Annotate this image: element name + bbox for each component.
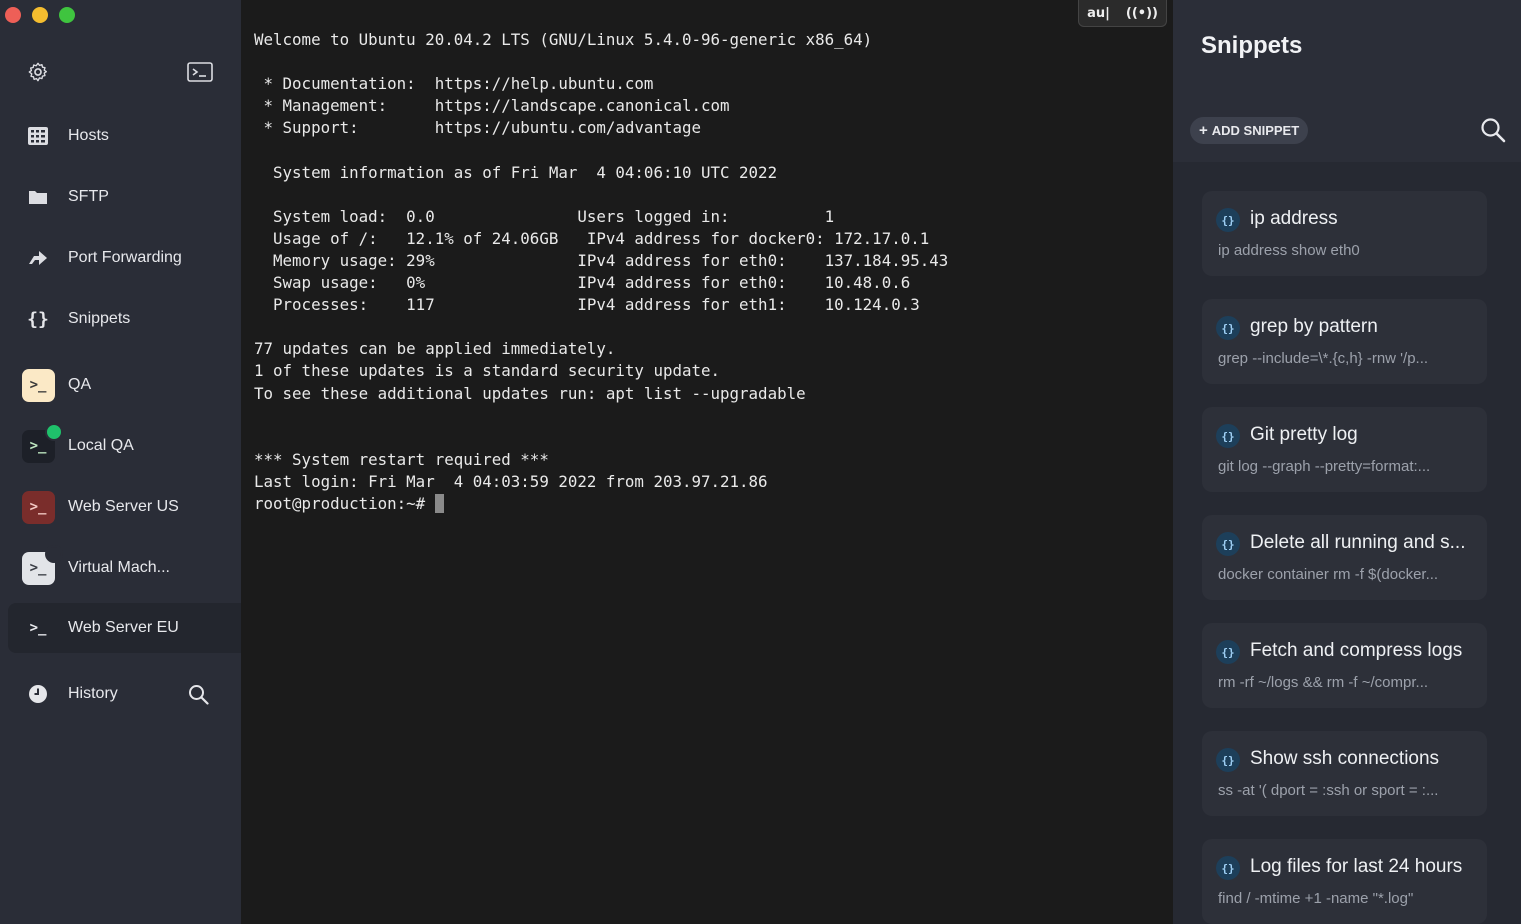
sidebar-item-host-web-server-eu[interactable]: >_ Web Server EU <box>8 603 241 653</box>
terminal-output-lines: Welcome to Ubuntu 20.04.2 LTS (GNU/Linux… <box>254 30 949 491</box>
sidebar-item-label: Port Forwarding <box>68 249 182 266</box>
host-icon-glyph: >_ <box>29 438 47 454</box>
snippet-command: grep --include=\*.{c,h} -rnw '/p... <box>1218 350 1429 367</box>
snippet-command: ss -at '( dport = :ssh or sport = :... <box>1218 782 1439 799</box>
status-indicator <box>44 544 63 563</box>
snippet-name: Log files for last 24 hours <box>1250 856 1463 877</box>
snippet-name: Fetch and compress logs <box>1250 640 1463 661</box>
host-label: Web Server EU <box>68 619 179 636</box>
clock-icon <box>29 685 47 703</box>
terminal-toolbar: au| ((•)) <box>1078 0 1167 27</box>
snippet-icon: {} <box>1216 424 1240 448</box>
braces-icon: {} <box>27 308 49 330</box>
keyboard-layout-badge[interactable]: au| <box>1079 6 1118 21</box>
online-status-indicator <box>44 422 63 441</box>
terminal-output: Welcome to Ubuntu 20.04.2 LTS (GNU/Linux… <box>254 29 948 515</box>
snippet-command: ip address show eth0 <box>1218 242 1360 259</box>
snippet-card[interactable]: {} Delete all running and s... docker co… <box>1202 515 1487 600</box>
sidebar-item-hosts[interactable]: Hosts <box>8 111 241 161</box>
plus-icon: + <box>1199 122 1208 139</box>
zoom-window-button[interactable] <box>59 7 75 23</box>
host-label: QA <box>68 376 92 393</box>
add-snippet-label: ADD SNIPPET <box>1211 123 1300 138</box>
snippet-card[interactable]: {} Fetch and compress logs rm -rf ~/logs… <box>1202 623 1487 708</box>
sidebar-item-sftp[interactable]: SFTP <box>8 172 241 222</box>
page-title: Snippets <box>1201 32 1303 59</box>
sidebar-item-host-virtual-machine[interactable]: >_ Virtual Mach... <box>8 543 241 593</box>
sidebar-item-host-qa[interactable]: >_ QA <box>8 360 241 410</box>
snippet-command: docker container rm -f $(docker... <box>1218 566 1439 583</box>
folder-icon <box>29 191 47 204</box>
snippets-header: Snippets + ADD SNIPPET <box>1173 0 1521 162</box>
host-terminal-icon: >_ <box>21 490 55 524</box>
host-label: Web Server US <box>68 498 179 515</box>
sidebar-item-port-forwarding[interactable]: Port Forwarding <box>8 233 241 283</box>
window-controls <box>5 7 75 23</box>
host-terminal-icon: >_ <box>21 368 55 402</box>
host-terminal-icon: >_ <box>22 612 55 645</box>
host-icon-glyph: >_ <box>29 377 47 393</box>
snippet-card[interactable]: {} Log files for last 24 hours find / -m… <box>1202 839 1487 924</box>
host-label: Virtual Mach... <box>68 559 170 576</box>
hosts-icon <box>28 127 48 145</box>
sidebar-item-label: Snippets <box>68 310 131 327</box>
snippet-name: Delete all running and s... <box>1250 532 1466 553</box>
host-icon-glyph: >_ <box>29 620 47 636</box>
snippet-name: Show ssh connections <box>1250 748 1440 769</box>
host-label: Local QA <box>68 437 134 454</box>
snippet-icon: {} <box>1216 748 1240 772</box>
snippet-name: Git pretty log <box>1250 424 1358 445</box>
snippet-command: git log --graph --pretty=format:... <box>1218 458 1431 475</box>
snippet-name: ip address <box>1250 208 1338 229</box>
gear-icon[interactable] <box>27 61 49 83</box>
host-icon-glyph: >_ <box>29 560 47 576</box>
port-forwarding-icon <box>29 251 47 265</box>
search-icon[interactable] <box>188 684 209 705</box>
sidebar-item-label: History <box>68 685 118 702</box>
broadcast-icon[interactable]: ((•)) <box>1118 6 1166 21</box>
snippet-command: rm -rf ~/logs && rm -f ~/compr... <box>1218 674 1429 691</box>
add-snippet-button[interactable]: + ADD SNIPPET <box>1190 117 1309 144</box>
snippets-panel: Snippets + ADD SNIPPET {} ip address ip … <box>1173 0 1521 924</box>
terminal-view[interactable]: au| ((•)) Welcome to Ubuntu 20.04.2 LTS … <box>241 0 1173 924</box>
host-icon-glyph: >_ <box>29 499 47 515</box>
snippet-card[interactable]: {} ip address ip address show eth0 <box>1202 191 1487 276</box>
snippet-icon: {} <box>1216 316 1240 340</box>
sidebar-item-snippets[interactable]: {} Snippets <box>8 294 241 344</box>
sidebar-item-host-web-server-us[interactable]: >_ Web Server US <box>8 482 241 532</box>
snippet-card[interactable]: {} Git pretty log git log --graph --pret… <box>1202 407 1487 492</box>
host-terminal-icon: >_ <box>21 422 63 463</box>
snippet-card[interactable]: {} grep by pattern grep --include=\*.{c,… <box>1202 299 1487 384</box>
snippet-icon: {} <box>1216 532 1240 556</box>
terminal-cursor <box>434 493 444 513</box>
snippet-card[interactable]: {} Show ssh connections ss -at '( dport … <box>1202 731 1487 816</box>
sidebar-item-host-local-qa[interactable]: >_ Local QA <box>8 421 241 471</box>
terminal-prompt: root@production:~# <box>254 493 435 513</box>
snippet-icon: {} <box>1216 640 1240 664</box>
snippet-command: find / -mtime +1 -name "*.log" <box>1218 890 1414 907</box>
snippet-icon: {} <box>1216 856 1240 880</box>
close-window-button[interactable] <box>5 7 21 23</box>
snippet-name: grep by pattern <box>1250 316 1378 337</box>
terminal-icon[interactable] <box>187 61 213 83</box>
snippet-icon: {} <box>1216 208 1240 232</box>
sidebar-item-label: SFTP <box>68 188 109 205</box>
sidebar: Hosts SFTP Port Forwarding {} Snippets >… <box>0 0 241 924</box>
sidebar-item-label: Hosts <box>68 127 109 144</box>
minimize-window-button[interactable] <box>32 7 48 23</box>
host-terminal-icon: >_ <box>21 544 63 585</box>
search-icon[interactable] <box>1480 117 1506 143</box>
